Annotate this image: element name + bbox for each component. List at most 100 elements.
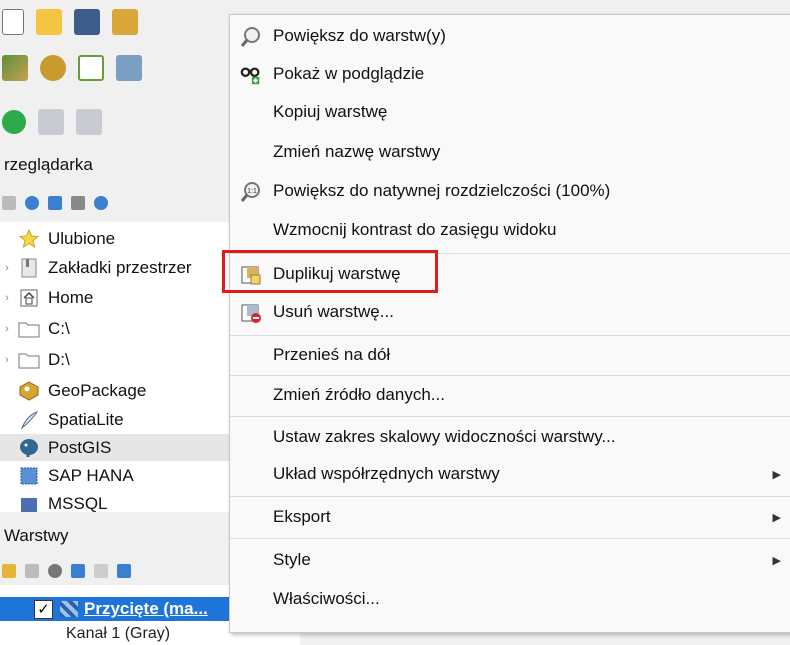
folder-icon [18, 319, 40, 339]
menu-item-move-to-bottom[interactable]: Przenieś na dół [230, 336, 790, 374]
select-by-value-icon[interactable] [76, 109, 102, 135]
browser-item-label: GeoPackage [48, 380, 147, 400]
svg-text:1:1: 1:1 [247, 188, 257, 195]
menu-item-rename-layer[interactable]: Zmień nazwę warstwy [230, 133, 790, 171]
menu-item-properties[interactable]: Właściwości... [230, 580, 790, 618]
new-print-layout-icon[interactable] [112, 9, 138, 35]
layer-visibility-checkbox[interactable]: ✓ [34, 599, 53, 619]
star-icon [18, 228, 40, 249]
layers-toolbar [2, 560, 131, 582]
collapse-all-icon[interactable] [71, 196, 85, 210]
browser-item-spatialite[interactable]: SpatiaLite [0, 406, 232, 433]
new-project-icon[interactable] [2, 9, 24, 35]
browser-item-label: SAP HANA [48, 465, 134, 485]
visibility-icon[interactable] [48, 564, 62, 578]
toolbar-row-data-sources [0, 46, 142, 90]
menu-item-label: Pokaż w podglądzie [273, 64, 425, 83]
menu-separator [230, 496, 790, 497]
menu-item-styles[interactable]: Style ▶ [230, 541, 790, 579]
browser-item-home[interactable]: › Home [0, 284, 232, 311]
toolbar-row-project [0, 0, 138, 44]
home-icon [18, 288, 40, 308]
toolbar-row-selection [0, 100, 102, 144]
browser-item-label: D:\ [48, 349, 70, 369]
browser-item-label: Zakładki przestrzer [48, 257, 192, 277]
menu-item-label: Zmień źródło danych... [273, 385, 445, 404]
layer-context-menu: Powiększ do warstw(y) Pokaż w podglądzie… [229, 14, 790, 633]
menu-item-label: Usuń warstwę... [273, 302, 394, 321]
menu-item-copy-layer[interactable]: Kopiuj warstwę [230, 93, 790, 131]
add-spatialite-icon[interactable] [116, 55, 142, 81]
select-features-icon[interactable] [38, 109, 64, 135]
browser-item-postgis[interactable]: PostGIS [0, 434, 232, 461]
geopackage-icon [18, 380, 40, 401]
menu-item-label: Style [273, 550, 311, 569]
info-icon[interactable] [94, 196, 108, 210]
filter-icon[interactable] [48, 196, 62, 210]
layers-panel-title: Warstwy [4, 526, 69, 545]
menu-item-set-scale-visibility[interactable]: Ustaw zakres skalowy widoczności warstwy… [230, 418, 790, 456]
postgis-icon [18, 438, 40, 458]
duplicate-layer-highlight-box [222, 250, 438, 293]
menu-item-remove-layer[interactable]: Usuń warstwę... [230, 293, 790, 331]
submenu-arrow-icon: ▶ [772, 554, 781, 567]
add-geopackage-icon[interactable] [40, 55, 66, 81]
menu-item-label: Eksport [273, 507, 331, 526]
browser-tree: Ulubione › Zakładki przestrzer › Home › … [0, 222, 232, 512]
browser-item-label: PostGIS [48, 437, 112, 457]
style-manager-icon[interactable] [2, 564, 16, 578]
overview-icon [240, 64, 262, 86]
expression-filter-icon[interactable] [94, 564, 108, 578]
mssql-icon [18, 494, 40, 513]
menu-separator [230, 416, 790, 417]
browser-item-label: SpatiaLite [48, 409, 124, 429]
browser-panel-title: rzeglądarka [4, 155, 93, 174]
menu-item-layer-crs[interactable]: Układ współrzędnych warstwy ▶ [230, 455, 790, 493]
expand-all-icon[interactable] [117, 564, 131, 578]
menu-item-stretch-contrast[interactable]: Wzmocnij kontrast do zasięgu widoku [230, 211, 790, 249]
menu-item-zoom-native-resolution[interactable]: 1:1 Powiększ do natywnej rozdzielczości … [230, 172, 790, 210]
share-icon[interactable] [2, 110, 26, 134]
add-group-icon[interactable] [25, 564, 39, 578]
spatialite-icon [18, 410, 40, 430]
menu-item-label: Układ współrzędnych warstwy [273, 464, 500, 483]
filter-legend-icon[interactable] [71, 564, 85, 578]
menu-separator [230, 538, 790, 539]
menu-item-label: Przenieś na dół [273, 345, 391, 364]
open-project-icon[interactable] [36, 9, 62, 35]
menu-item-export[interactable]: Eksport ▶ [230, 498, 790, 536]
browser-item-mssql[interactable]: MSSQL [0, 490, 232, 512]
menu-item-label: Ustaw zakres skalowy widoczności warstwy… [273, 427, 616, 446]
submenu-arrow-icon: ▶ [772, 468, 781, 481]
sap-hana-icon [18, 466, 40, 486]
browser-item-sap-hana[interactable]: SAP HANA [0, 462, 232, 489]
save-project-icon[interactable] [74, 9, 100, 35]
add-vector-icon[interactable] [78, 55, 104, 81]
menu-item-show-in-overview[interactable]: Pokaż w podglądzie [230, 55, 790, 93]
menu-item-label: Zmień nazwę warstwy [273, 142, 441, 161]
bookmark-icon [18, 258, 40, 278]
browser-item-label: Home [48, 287, 94, 307]
add-selected-icon[interactable] [2, 196, 16, 210]
browser-item-favorites[interactable]: Ulubione [0, 225, 232, 252]
browser-item-label: C:\ [48, 318, 70, 338]
browser-item-bookmarks[interactable]: › Zakładki przestrzer [0, 254, 232, 281]
menu-item-label: Właściwości... [273, 589, 380, 608]
browser-item-label: Ulubione [48, 228, 116, 248]
add-raster-icon[interactable] [2, 55, 28, 81]
menu-item-zoom-to-layer[interactable]: Powiększ do warstw(y) [230, 17, 790, 55]
remove-layer-icon [240, 302, 262, 324]
browser-item-label: MSSQL [48, 493, 108, 513]
browser-item-geopackage[interactable]: GeoPackage [0, 377, 232, 404]
menu-item-label: Powiększ do warstw(y) [273, 26, 446, 45]
browser-item-drive-c[interactable]: › C:\ [0, 315, 232, 342]
layer-band-label: Kanał 1 (Gray) [66, 625, 171, 642]
refresh-icon[interactable] [25, 196, 39, 210]
menu-item-label: Kopiuj warstwę [273, 102, 388, 121]
browser-item-drive-d[interactable]: › D:\ [0, 346, 232, 373]
folder-icon [18, 350, 40, 370]
layer-name: Przycięte (ma... [84, 599, 208, 618]
menu-item-change-data-source[interactable]: Zmień źródło danych... [230, 376, 790, 414]
submenu-arrow-icon: ▶ [772, 511, 781, 524]
raster-layer-icon [60, 601, 78, 617]
